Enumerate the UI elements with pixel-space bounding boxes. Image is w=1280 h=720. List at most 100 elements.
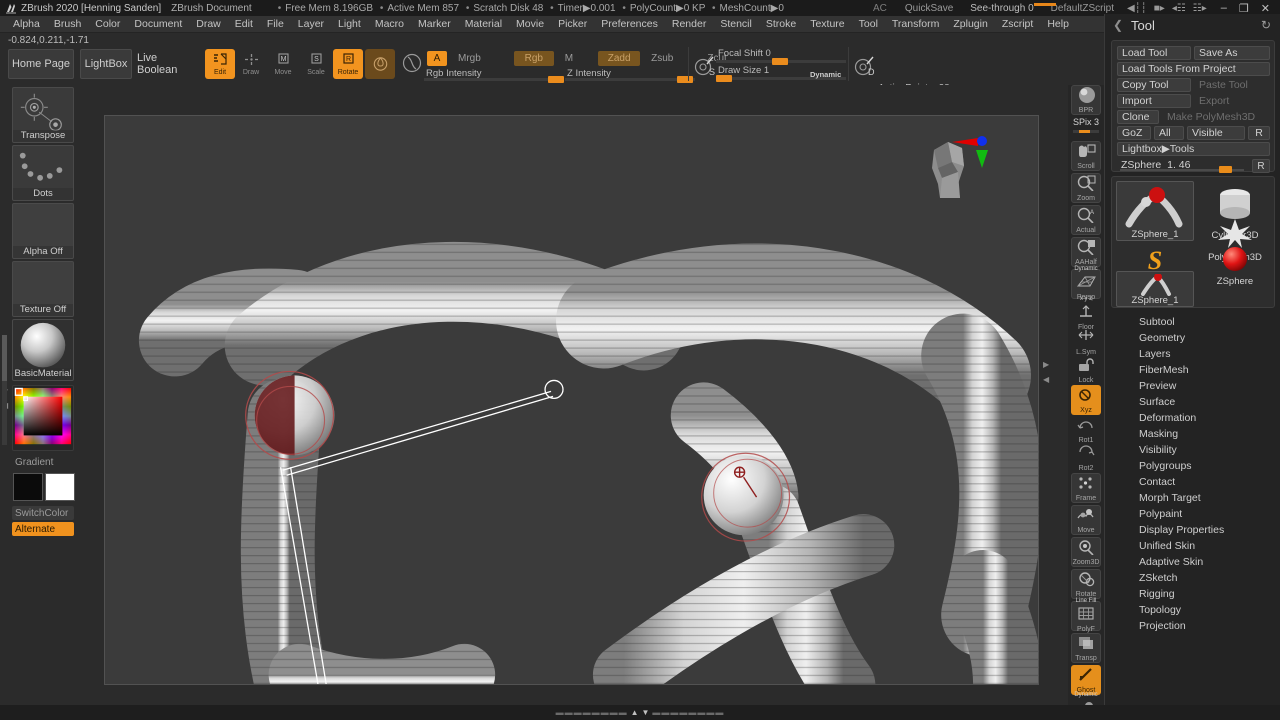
menu-item-help[interactable]: Help [1040,16,1076,33]
tool-thumbnail-size-slider[interactable]: ZSphere_1. 46 R [1117,159,1270,173]
tool-section-display-properties[interactable]: Display Properties [1105,522,1280,538]
zscript-name[interactable]: DefaultZScript [1051,3,1114,14]
window-layout-icon[interactable]: ☷▸ [1193,3,1207,14]
shelf-button-ghost[interactable]: Ghost [1071,665,1101,695]
secondary-color-swatch[interactable] [45,473,75,501]
primary-color-swatch[interactable] [13,473,43,501]
tool-section-contact[interactable]: Contact [1105,474,1280,490]
spix-slider[interactable]: SPix 3 [1071,117,1101,139]
tool-slot-zsphere1-active[interactable]: ZSphere_1 [1116,271,1194,307]
shelf-button-l-sym[interactable]: L.Sym [1071,329,1101,356]
shelf-button-frame[interactable]: Frame [1071,473,1101,503]
menu-item-texture[interactable]: Texture [803,16,851,33]
canvas-splitter-arrow-icon[interactable]: ▶ [1043,360,1049,369]
alternate-button[interactable]: Alternate [12,522,74,536]
menu-item-preferences[interactable]: Preferences [594,16,665,33]
menu-item-layer[interactable]: Layer [291,16,331,33]
clone-button[interactable]: Clone [1117,110,1159,124]
menu-item-file[interactable]: File [260,16,291,33]
move-button[interactable]: M Move [268,49,298,79]
copy-tool-button[interactable]: Copy Tool [1117,78,1191,92]
tool-section-fibermesh[interactable]: FiberMesh [1105,362,1280,378]
zadd-toggle[interactable]: Zadd [598,51,641,66]
export-button[interactable]: Export [1194,94,1270,108]
tool-section-subtool[interactable]: Subtool [1105,314,1280,330]
shelf-button-zoom3d[interactable]: Zoom3D [1071,537,1101,567]
shelf-button-rot1[interactable]: Rot1 [1071,417,1101,444]
menu-item-stencil[interactable]: Stencil [713,16,759,33]
menu-item-movie[interactable]: Movie [509,16,551,33]
menu-item-render[interactable]: Render [665,16,713,33]
rgb-intensity-slider[interactable]: Rgb Intensity [424,68,564,83]
tool-section-masking[interactable]: Masking [1105,426,1280,442]
paste-tool-button[interactable]: Paste Tool [1194,78,1270,92]
menu-item-draw[interactable]: Draw [189,16,228,33]
shelf-button-floor[interactable]: x y z Floor [1071,296,1101,331]
quicksave-button[interactable]: QuickSave [905,3,953,14]
rgb-toggle[interactable]: Rgb [513,51,554,66]
menu-item-macro[interactable]: Macro [368,16,411,33]
tool-section-polypaint[interactable]: Polypaint [1105,506,1280,522]
tool-section-geometry[interactable]: Geometry [1105,330,1280,346]
a-toggle[interactable]: A [427,51,447,66]
draw-button[interactable]: Draw [236,49,266,79]
tool-section-projection[interactable]: Projection [1105,618,1280,634]
bottom-grip-up-icon[interactable]: ▲ [631,708,639,717]
left-scrollbar-thumb[interactable] [2,335,7,381]
shelf-button-rotate[interactable]: Rotate [1071,569,1101,599]
menu-dock-icon[interactable]: ◂☷ [1172,3,1186,14]
shelf-button-aahalf[interactable]: AAHalf [1071,237,1101,267]
shelf-button-transp[interactable]: Transp [1071,633,1101,663]
shelf-button-move[interactable]: Move [1071,505,1101,535]
navigation-gizmo[interactable] [918,128,998,208]
tool-section-preview[interactable]: Preview [1105,378,1280,394]
zscript-record-icon[interactable]: ■▸ [1154,3,1165,14]
menu-item-zplugin[interactable]: Zplugin [946,16,994,33]
live-boolean-button[interactable]: Live Boolean [136,49,198,79]
panel-back-icon[interactable]: ❮ [1113,18,1123,32]
tool-section-visibility[interactable]: Visibility [1105,442,1280,458]
menu-item-tool[interactable]: Tool [852,16,885,33]
menu-item-transform[interactable]: Transform [885,16,946,33]
visible-button[interactable]: Visible [1187,126,1245,140]
shelf-button-actual[interactable]: A Actual [1071,205,1101,235]
shelf-button-bpr[interactable]: BPR [1071,85,1101,115]
shelf-button-lock[interactable]: Lock [1071,357,1101,384]
home-page-button[interactable]: Home Page [8,49,74,79]
load-tool-button[interactable]: Load Tool [1117,46,1191,60]
panel-reset-icon[interactable]: ↻ [1261,18,1271,32]
material-selector[interactable]: BasicMaterial [12,319,74,381]
alpha-selector[interactable]: Alpha Off [12,203,74,259]
menu-item-light[interactable]: Light [331,16,368,33]
texture-selector[interactable]: Texture Off [12,261,74,317]
tool-section-morph-target[interactable]: Morph Target [1105,490,1280,506]
tool-section-unified-skin[interactable]: Unified Skin [1105,538,1280,554]
brush-selector[interactable]: Transpose [12,87,74,143]
goz-r-button[interactable]: R [1248,126,1270,140]
tool-section-zsketch[interactable]: ZSketch [1105,570,1280,586]
current-brush-button[interactable] [365,49,395,79]
shelf-button-polyf[interactable]: Line Fill PolyF [1071,598,1101,633]
tool-section-surface[interactable]: Surface [1105,394,1280,410]
canvas-splitter-arrow-down-icon[interactable]: ◀ [1043,375,1049,384]
sculpt-model[interactable] [105,116,1038,685]
all-button[interactable]: All [1154,126,1184,140]
stroke-selector[interactable]: Dots [12,145,74,201]
shelf-button-persp[interactable]: Dynamic Persp [1071,266,1101,301]
tool-section-rigging[interactable]: Rigging [1105,586,1280,602]
make-polymesh3d-button[interactable]: Make PolyMesh3D [1162,110,1270,124]
current-material-button[interactable] [397,49,427,79]
color-picker[interactable] [12,385,74,451]
load-tools-from-project-button[interactable]: Load Tools From Project [1117,62,1270,76]
menu-item-edit[interactable]: Edit [228,16,260,33]
tool-section-layers[interactable]: Layers [1105,346,1280,362]
goz-button[interactable]: GoZ [1117,126,1151,140]
m-toggle[interactable]: M [560,51,578,66]
close-icon[interactable]: ✕ [1261,2,1270,15]
import-button[interactable]: Import [1117,94,1191,108]
lightbox-button[interactable]: LightBox [80,49,132,79]
tool-thumbnail-r-button[interactable]: R [1252,159,1270,173]
focal-shift-slider[interactable]: Focal Shift 0 [716,48,846,65]
gradient-button[interactable]: Gradient [12,455,74,469]
menu-item-picker[interactable]: Picker [551,16,594,33]
